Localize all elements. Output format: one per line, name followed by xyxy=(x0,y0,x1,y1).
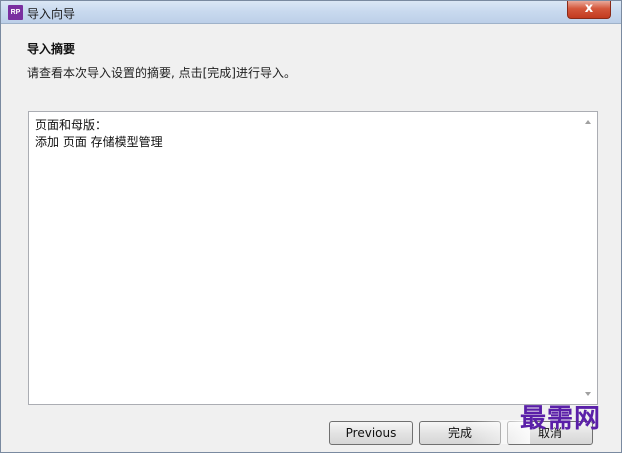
import-wizard-window: RP 导入向导 x 导入摘要 请查看本次导入设置的摘要, 点击[完成]进行导入。… xyxy=(0,0,622,453)
wizard-header: 导入摘要 请查看本次导入设置的摘要, 点击[完成]进行导入。 xyxy=(1,24,621,96)
window-title: 导入向导 xyxy=(27,7,76,21)
app-icon: RP xyxy=(8,5,23,20)
summary-line-pages-masters: 页面和母版： xyxy=(35,118,108,132)
scroll-up-icon[interactable] xyxy=(585,120,591,124)
scroll-down-icon[interactable] xyxy=(585,392,591,396)
summary-textarea[interactable]: 页面和母版： 添加 页面 存储模型管理 xyxy=(28,111,598,405)
summary-line-add-pages: 添加 页面 存储模型管理 xyxy=(35,135,163,149)
watermark-logo: 最需网 xyxy=(520,404,602,434)
previous-button[interactable]: Previous xyxy=(329,421,413,445)
page-heading: 导入摘要 xyxy=(27,42,76,56)
close-button[interactable]: x xyxy=(567,1,611,19)
title-bar[interactable]: RP 导入向导 x xyxy=(1,1,621,24)
page-subtitle: 请查看本次导入设置的摘要, 点击[完成]进行导入。 xyxy=(27,66,296,80)
vertical-scrollbar[interactable] xyxy=(580,112,597,404)
